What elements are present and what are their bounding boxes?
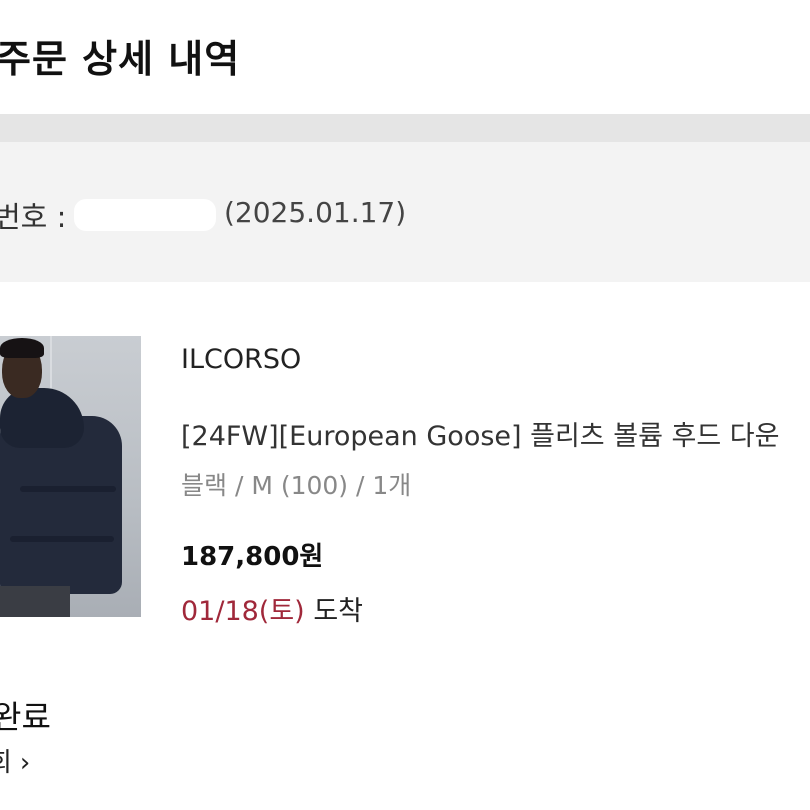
tracking-link-label: 회 [0, 748, 12, 778]
delivery-status: 도착 [313, 596, 363, 627]
delivery-date: 01/18(토) [181, 596, 305, 627]
delivery-info: 01/18(토) 도착 [181, 589, 363, 628]
section-divider [0, 114, 810, 142]
jacket-fold [10, 536, 114, 542]
product-thumbnail[interactable] [0, 336, 141, 617]
page-title: 주문 상세 내역 [0, 37, 241, 81]
product-options: 블랙 / M (100) / 1개 [181, 471, 412, 500]
product-name[interactable]: [24FW][European Goose] 플리츠 볼륨 후드 다운 [181, 414, 779, 453]
order-number-redacted [74, 199, 216, 231]
model-hair [0, 338, 44, 358]
model-pants [0, 586, 70, 617]
jacket-fold [20, 486, 116, 492]
order-date: (2025.01.17) [224, 196, 407, 229]
product-price: 187,800원 [181, 542, 324, 572]
order-info-bar: 번호 : (2025.01.17) [0, 142, 810, 282]
chevron-right-icon: › [19, 748, 31, 778]
tracking-link[interactable]: 회› [0, 742, 30, 779]
order-status-label: 완료 [0, 698, 51, 736]
brand-name[interactable]: ILCORSO [181, 344, 301, 375]
order-number-label: 번호 : [0, 200, 67, 234]
hood-shape [0, 388, 84, 448]
order-detail-page: 주문 상세 내역 번호 : (2025.01.17) ILCORSO [24FW… [0, 0, 810, 810]
